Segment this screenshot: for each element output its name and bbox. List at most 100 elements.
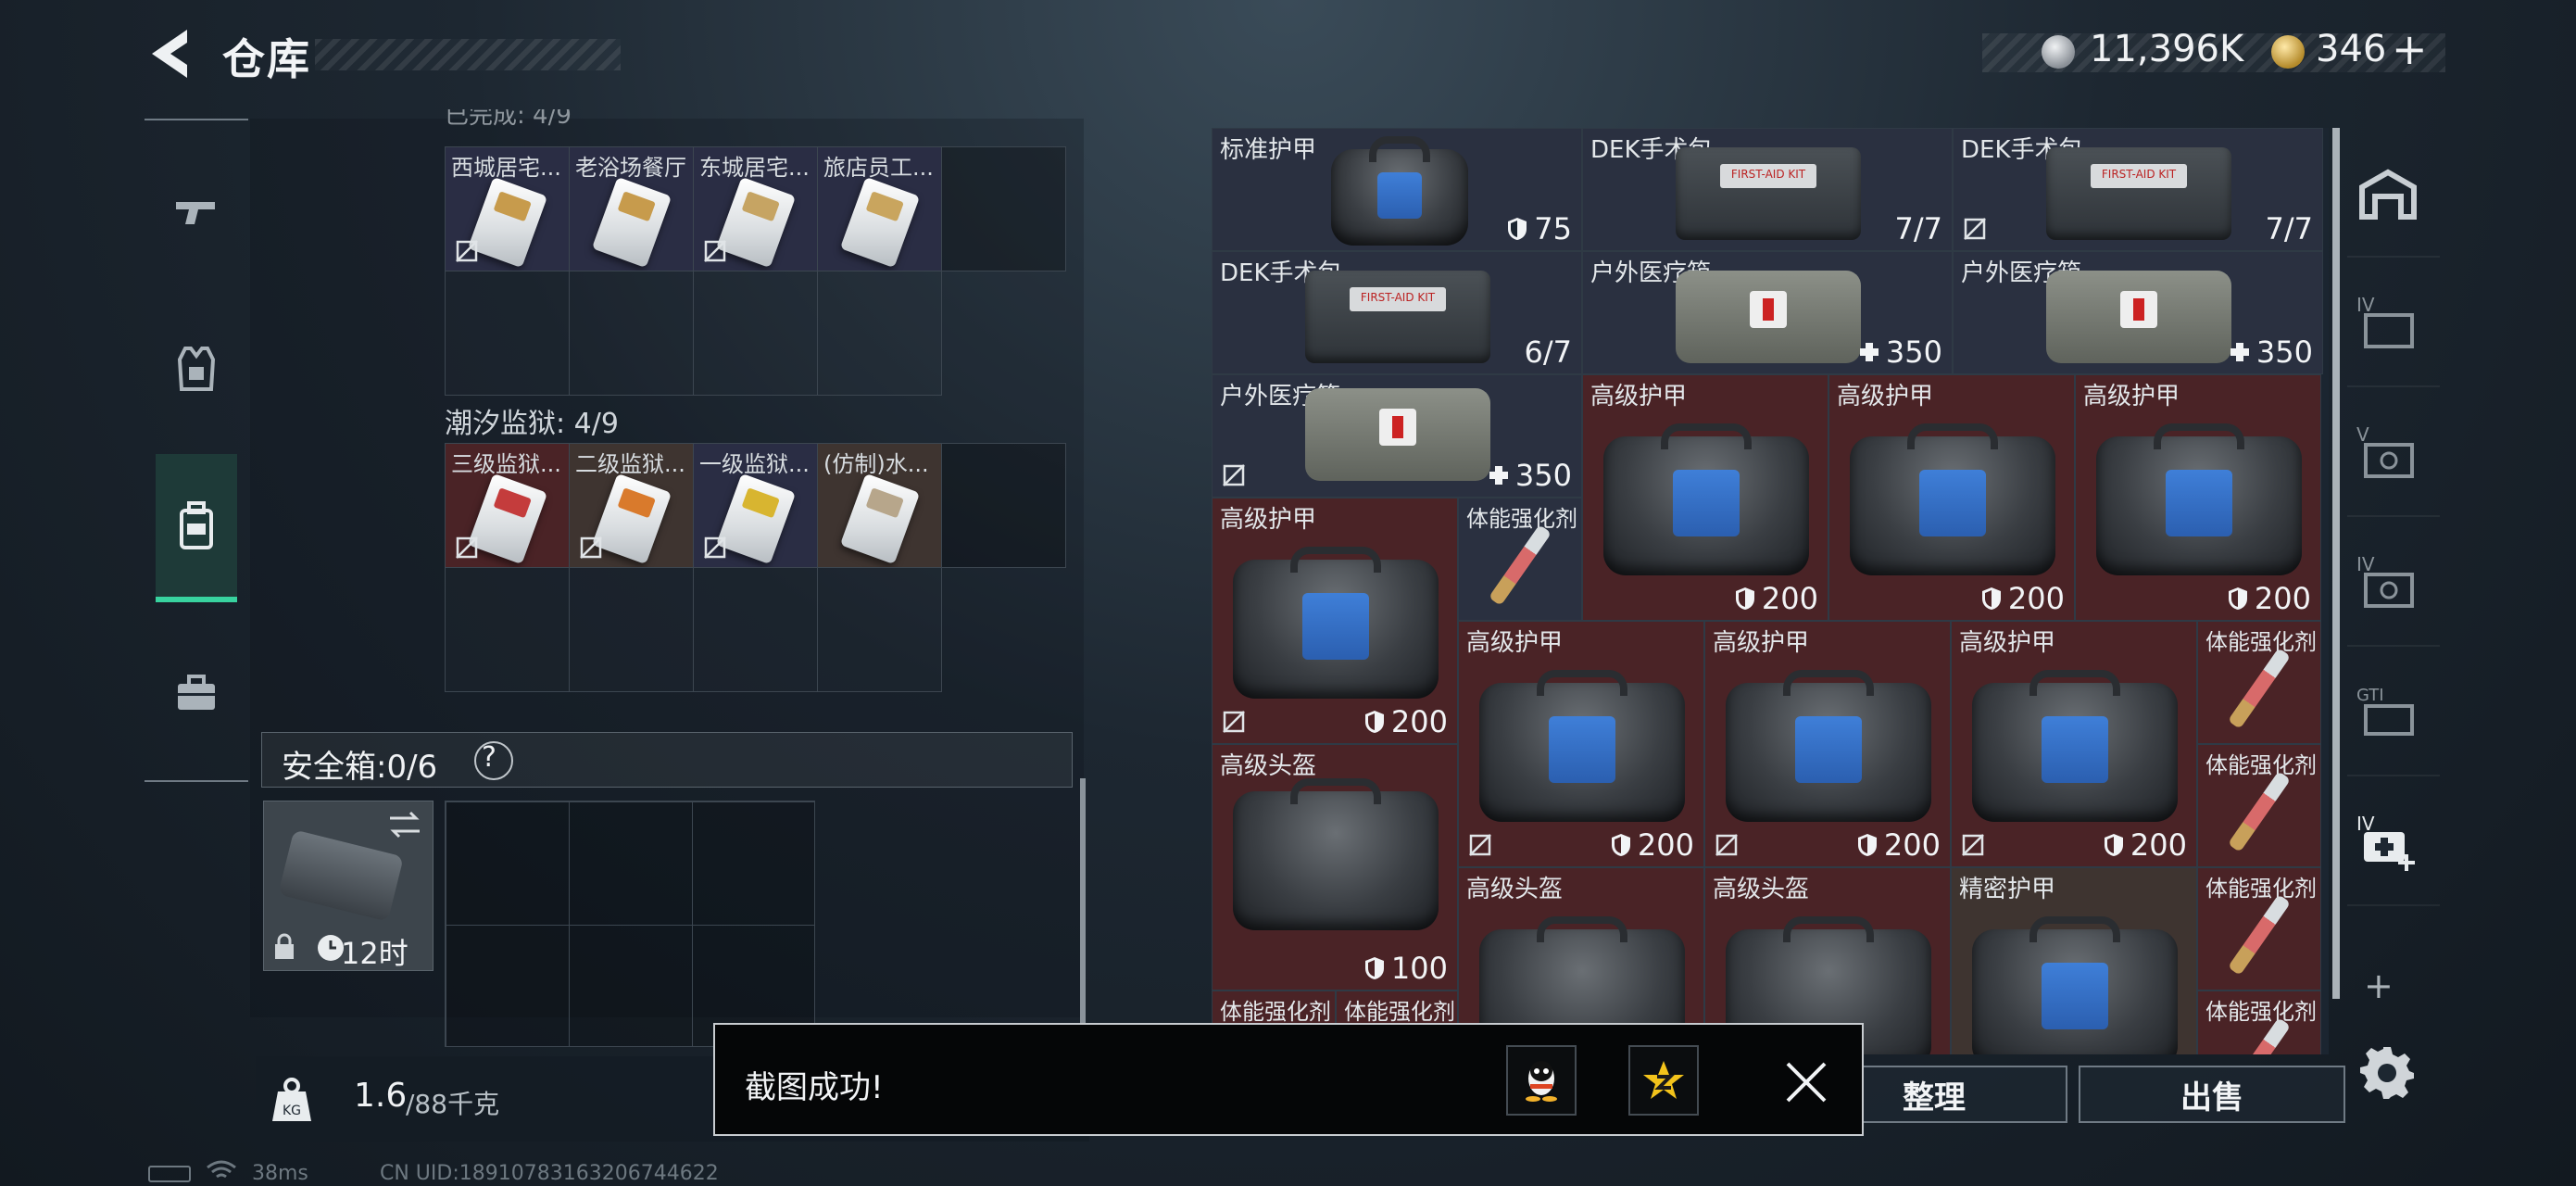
container-grid-1: 西城居宅... 老浴场餐厅 东城居宅... 旅店员工... [445, 146, 1066, 396]
shield-icon [1611, 834, 1630, 856]
empty-slot[interactable] [446, 568, 570, 692]
nav-armor[interactable] [156, 295, 237, 443]
warehouse-item[interactable]: 体能强化剂 [2197, 867, 2321, 990]
warehouse-item[interactable]: 高级护甲 200 [1951, 621, 2197, 867]
warehouse-item[interactable]: 高级护甲 200 [1458, 621, 1704, 867]
share-qzone-button[interactable] [1628, 1045, 1699, 1116]
backpack-scrollbar[interactable] [1080, 778, 1086, 1028]
warehouse-item[interactable]: 高级护甲 200 [1828, 374, 2075, 621]
nav-storage-iv-medical[interactable]: IV [2353, 808, 2423, 878]
helmet-icon [1233, 778, 1439, 930]
empty-slot[interactable] [942, 444, 1066, 568]
warehouse-item[interactable]: 高级头盔 100 [1212, 744, 1458, 990]
safe-case-icon [278, 829, 404, 922]
back-button[interactable] [146, 28, 202, 80]
storage-expansion-icon: V [2356, 423, 2414, 478]
no-bind-icon [1469, 834, 1491, 856]
surgery-kit-icon: FIRST-AID KIT [2046, 147, 2231, 240]
warehouse-item[interactable]: 户外医疗箱 350 [1953, 251, 2323, 374]
storage-expansion-icon: GTI [2356, 686, 2414, 736]
warehouse-item[interactable]: 体能强化剂 [1458, 498, 1582, 621]
key-card-item[interactable]: 一级监狱... [694, 444, 818, 568]
shield-icon [1857, 834, 1877, 856]
key-card-item[interactable]: 西城居宅... [446, 147, 570, 271]
durability-value: 200 [1856, 827, 1941, 863]
empty-slot[interactable] [446, 271, 570, 396]
empty-slot[interactable] [694, 568, 818, 692]
key-card-item[interactable]: (仿制)水... [818, 444, 942, 568]
empty-slot[interactable] [570, 271, 694, 396]
medical-box-icon [1676, 271, 1861, 363]
warehouse-item[interactable]: 体能强化剂 [2197, 744, 2321, 867]
warehouse-item[interactable]: 高级护甲 200 [1582, 374, 1828, 621]
durability-value: 75 [1506, 211, 1572, 246]
storage-expansion-icon: IV [2356, 294, 2414, 348]
warehouse-item[interactable]: 体能强化剂 [2197, 621, 2321, 744]
nav-warehouse-home[interactable] [2353, 161, 2423, 232]
armor-icon [1972, 916, 2178, 1054]
nav-storage-v[interactable]: V [2353, 419, 2423, 489]
help-icon: ? [482, 741, 496, 774]
key-card-item[interactable]: 三级监狱... [446, 444, 570, 568]
surgery-kit-icon: FIRST-AID KIT [1305, 271, 1490, 363]
key-card-item[interactable]: 东城居宅... [694, 147, 818, 271]
add-coupon-button[interactable]: + [2392, 24, 2428, 74]
weight-icon: KG [269, 1075, 315, 1125]
nav-case[interactable] [156, 619, 237, 767]
warehouse-icon [2359, 169, 2417, 220]
nav-storage-iv[interactable]: IV [2353, 289, 2423, 360]
warehouse-scrollbar[interactable] [2332, 128, 2340, 999]
warehouse-item[interactable]: 标准护甲 75 [1212, 128, 1582, 251]
svg-text:IV: IV [2356, 813, 2375, 835]
toast-message: 截图成功! [745, 1069, 884, 1106]
nav-weapon[interactable] [156, 139, 237, 287]
warehouse-item[interactable]: DEK手术包 FIRST-AID KIT 6/7 [1212, 251, 1582, 374]
warehouse-item[interactable]: 体能强化剂 [2197, 990, 2321, 1054]
warehouse-item[interactable]: DEK手术包 FIRST-AID KIT 7/7 [1582, 128, 1953, 251]
warehouse-item[interactable]: 高级护甲 200 [2075, 374, 2321, 621]
medical-storage-icon: IV [2356, 813, 2415, 871]
safe-box-label: 安全箱:0/6 [282, 749, 438, 786]
key-card-item[interactable]: 二级监狱... [570, 444, 694, 568]
no-bind-icon [704, 536, 726, 559]
syringe-icon [2227, 894, 2292, 976]
nav-storage-gti[interactable]: GTI [2353, 678, 2423, 749]
plus-icon [1489, 466, 1508, 485]
shield-icon [2228, 587, 2247, 610]
add-storage-button[interactable]: + [2364, 965, 2394, 1006]
no-bind-icon [456, 536, 478, 559]
keycard-icon [839, 473, 921, 565]
vest-icon [177, 347, 216, 391]
no-bind-icon [1962, 834, 1984, 856]
shield-icon [1364, 711, 1384, 733]
warehouse-item[interactable]: 高级护甲 200 [1704, 621, 1951, 867]
storage-expansion-icon: IV [2356, 553, 2414, 608]
safe-box-grid[interactable] [445, 801, 815, 1047]
warehouse-item[interactable]: 户外医疗箱 350 [1212, 374, 1582, 498]
uses-value: 6/7 [1524, 334, 1573, 370]
armor-icon [2096, 423, 2302, 575]
nav-storage-iv-b[interactable]: IV [2353, 549, 2423, 619]
empty-slot[interactable] [818, 568, 942, 692]
settings-button[interactable] [2360, 1045, 2414, 1099]
warehouse-item[interactable]: 精密护甲 [1951, 867, 2197, 1054]
close-toast-button[interactable] [1778, 1054, 1834, 1110]
warehouse-item[interactable]: 高级护甲 200 [1212, 498, 1458, 744]
key-card-item[interactable]: 老浴场餐厅 [570, 147, 694, 271]
uses-value: 7/7 [2265, 211, 2314, 246]
share-qq-button[interactable] [1506, 1045, 1577, 1116]
empty-slot[interactable] [818, 271, 942, 396]
warehouse-item[interactable]: 户外医疗箱 350 [1582, 251, 1953, 374]
durability-value: 100 [1363, 951, 1448, 986]
pistol-icon [176, 202, 215, 224]
empty-slot[interactable] [694, 271, 818, 396]
armor-icon [1726, 670, 1931, 822]
armor-icon [1479, 670, 1685, 822]
empty-slot[interactable] [570, 568, 694, 692]
nav-backpack[interactable] [156, 454, 237, 602]
empty-slot[interactable] [942, 147, 1066, 271]
key-card-item[interactable]: 旅店员工... [818, 147, 942, 271]
sell-button[interactable]: 出售 [2079, 1066, 2345, 1123]
durability-value: 200 [2227, 581, 2311, 616]
warehouse-item[interactable]: DEK手术包 FIRST-AID KIT 7/7 [1953, 128, 2323, 251]
